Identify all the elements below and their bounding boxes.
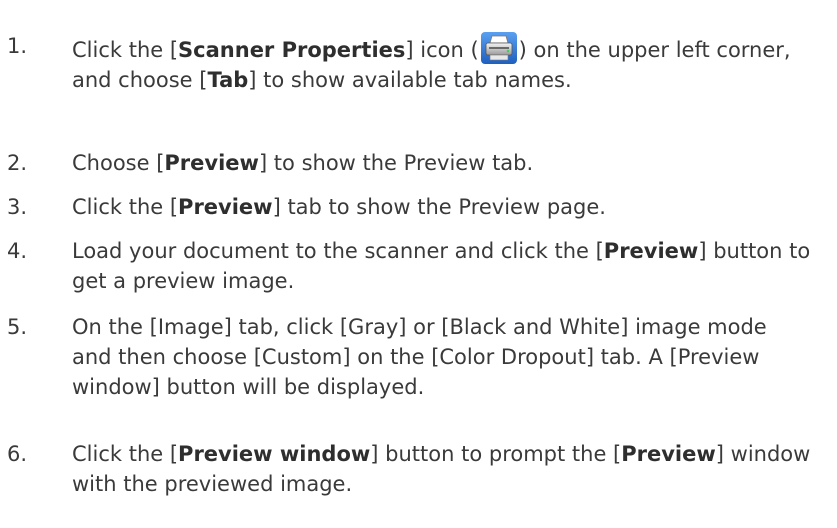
bold-term: Preview xyxy=(621,442,716,466)
step-5: 5. On the [Image] tab, click [Gray] or [… xyxy=(0,312,837,439)
step-text: Click the [Preview window] button to pro… xyxy=(72,439,812,499)
text-run: ] to show the Preview tab. xyxy=(258,151,534,175)
text-run: ] icon ( xyxy=(405,38,479,62)
text-run: Click the [ xyxy=(72,38,179,62)
text-run: Click the [ xyxy=(72,195,179,219)
step-number: 3. xyxy=(7,195,28,219)
step-1: 1. Click the [Scanner Properties] icon ( xyxy=(0,31,837,148)
text-run: On the [Image] tab, click [Gray] or [Bla… xyxy=(72,315,767,399)
step-4: 4. Load your document to the scanner and… xyxy=(0,236,837,312)
bold-term: Preview window xyxy=(178,442,371,466)
step-text: On the [Image] tab, click [Gray] or [Bla… xyxy=(72,312,812,402)
step-text: Click the [Preview] tab to show the Prev… xyxy=(72,192,812,222)
bold-term: Scanner Properties xyxy=(178,38,406,62)
step-6: 6. Click the [Preview window] button to … xyxy=(0,439,837,509)
bold-term: Preview xyxy=(164,151,259,175)
instruction-page: 1. Click the [Scanner Properties] icon ( xyxy=(0,0,837,528)
bold-term: Tab xyxy=(207,68,249,92)
step-text: Choose [Preview] to show the Preview tab… xyxy=(72,148,812,178)
step-number: 5. xyxy=(7,315,28,339)
step-text: Click the [Scanner Properties] icon () … xyxy=(72,31,812,95)
instruction-steps: 1. Click the [Scanner Properties] icon ( xyxy=(0,31,837,509)
text-run: ] to show available tab names. xyxy=(248,68,572,92)
step-number: 2. xyxy=(7,151,28,175)
text-run: Choose [ xyxy=(72,151,165,175)
text-run: ] tab to show the Preview page. xyxy=(272,195,606,219)
text-run: Click the [ xyxy=(72,442,179,466)
step-number: 1. xyxy=(7,34,28,58)
step-number: 6. xyxy=(7,442,28,466)
scanner-properties-icon xyxy=(480,31,518,65)
bold-term: Preview xyxy=(178,195,273,219)
text-run: ] button to prompt the [ xyxy=(370,442,622,466)
step-number: 4. xyxy=(7,239,28,263)
step-3: 3. Click the [Preview] tab to show the P… xyxy=(0,192,837,236)
step-text: Load your document to the scanner and cl… xyxy=(72,236,812,296)
bold-term: Preview xyxy=(603,239,699,263)
step-2: 2. Choose [Preview] to show the Preview … xyxy=(0,148,837,192)
text-run: Load your document to the scanner and cl… xyxy=(72,239,604,263)
